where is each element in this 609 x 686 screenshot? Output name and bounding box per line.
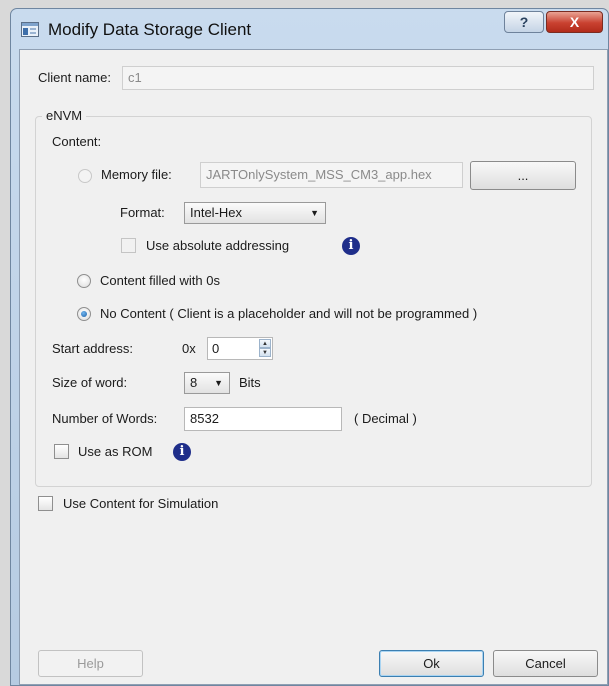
- word-size-label: Size of word:: [52, 375, 128, 390]
- simulation-label: Use Content for Simulation: [63, 496, 219, 511]
- num-words-label: Number of Words:: [52, 411, 158, 426]
- question-mark-icon: ?: [519, 14, 529, 30]
- memory-file-path[interactable]: JARTOnlySystem_MSS_CM3_app.hex: [200, 162, 463, 188]
- filled-zeros-radio[interactable]: [77, 274, 91, 288]
- num-words-note: ( Decimal ): [354, 411, 417, 426]
- help-button[interactable]: Help: [38, 650, 143, 677]
- content-label: Content:: [52, 134, 102, 149]
- chevron-down-icon: ▼: [310, 208, 319, 218]
- app-window-icon: [21, 22, 39, 37]
- word-size-select[interactable]: 8 ▼: [184, 372, 230, 394]
- arrow-up-icon[interactable]: ▲: [259, 339, 271, 348]
- simulation-checkbox[interactable]: [38, 496, 53, 511]
- absolute-addressing-checkbox[interactable]: [121, 238, 136, 253]
- close-icon: X: [569, 14, 580, 30]
- start-address-label: Start address:: [52, 341, 133, 356]
- use-as-rom-checkbox[interactable]: [54, 444, 69, 459]
- envm-group-title: eNVM: [42, 108, 87, 124]
- chevron-down-icon: ▼: [214, 378, 223, 388]
- client-name-field[interactable]: c1: [122, 66, 594, 90]
- arrow-down-icon[interactable]: ▼: [259, 348, 271, 357]
- format-value: Intel-Hex: [190, 205, 243, 220]
- info-icon[interactable]: i: [173, 443, 191, 461]
- memory-file-radio[interactable]: [78, 169, 92, 183]
- start-address-prefix: 0x: [182, 341, 196, 356]
- spin-buttons: ▲ ▼: [259, 339, 271, 358]
- info-icon[interactable]: i: [342, 237, 360, 255]
- memory-file-label: Memory file:: [101, 167, 172, 182]
- client-name-label: Client name:: [38, 70, 111, 85]
- use-as-rom-label: Use as ROM: [78, 444, 153, 459]
- window-help-button[interactable]: ?: [504, 11, 544, 33]
- ok-button[interactable]: Ok: [379, 650, 484, 677]
- dialog-body: Client name: c1 eNVM Content: Memory fil…: [19, 49, 608, 685]
- no-content-label: No Content ( Client is a placeholder and…: [100, 306, 478, 321]
- format-select[interactable]: Intel-Hex ▼: [184, 202, 326, 224]
- word-size-unit: Bits: [239, 375, 261, 390]
- word-size-value: 8: [190, 375, 198, 390]
- browse-button[interactable]: ...: [470, 161, 576, 190]
- no-content-radio[interactable]: [77, 307, 91, 321]
- title-bar[interactable]: Modify Data Storage Client ? X: [11, 9, 608, 49]
- format-label: Format:: [120, 205, 165, 220]
- window-title: Modify Data Storage Client: [48, 20, 252, 39]
- dialog-window: Modify Data Storage Client ? X Client na…: [10, 8, 609, 686]
- window-close-button[interactable]: X: [546, 11, 603, 33]
- start-address-value: 0: [212, 341, 220, 356]
- start-address-spinbox[interactable]: 0 ▲ ▼: [207, 337, 273, 360]
- absolute-addressing-label: Use absolute addressing: [146, 238, 290, 253]
- cancel-button[interactable]: Cancel: [493, 650, 598, 677]
- filled-zeros-label: Content filled with 0s: [100, 273, 220, 288]
- num-words-input[interactable]: 8532: [184, 407, 342, 431]
